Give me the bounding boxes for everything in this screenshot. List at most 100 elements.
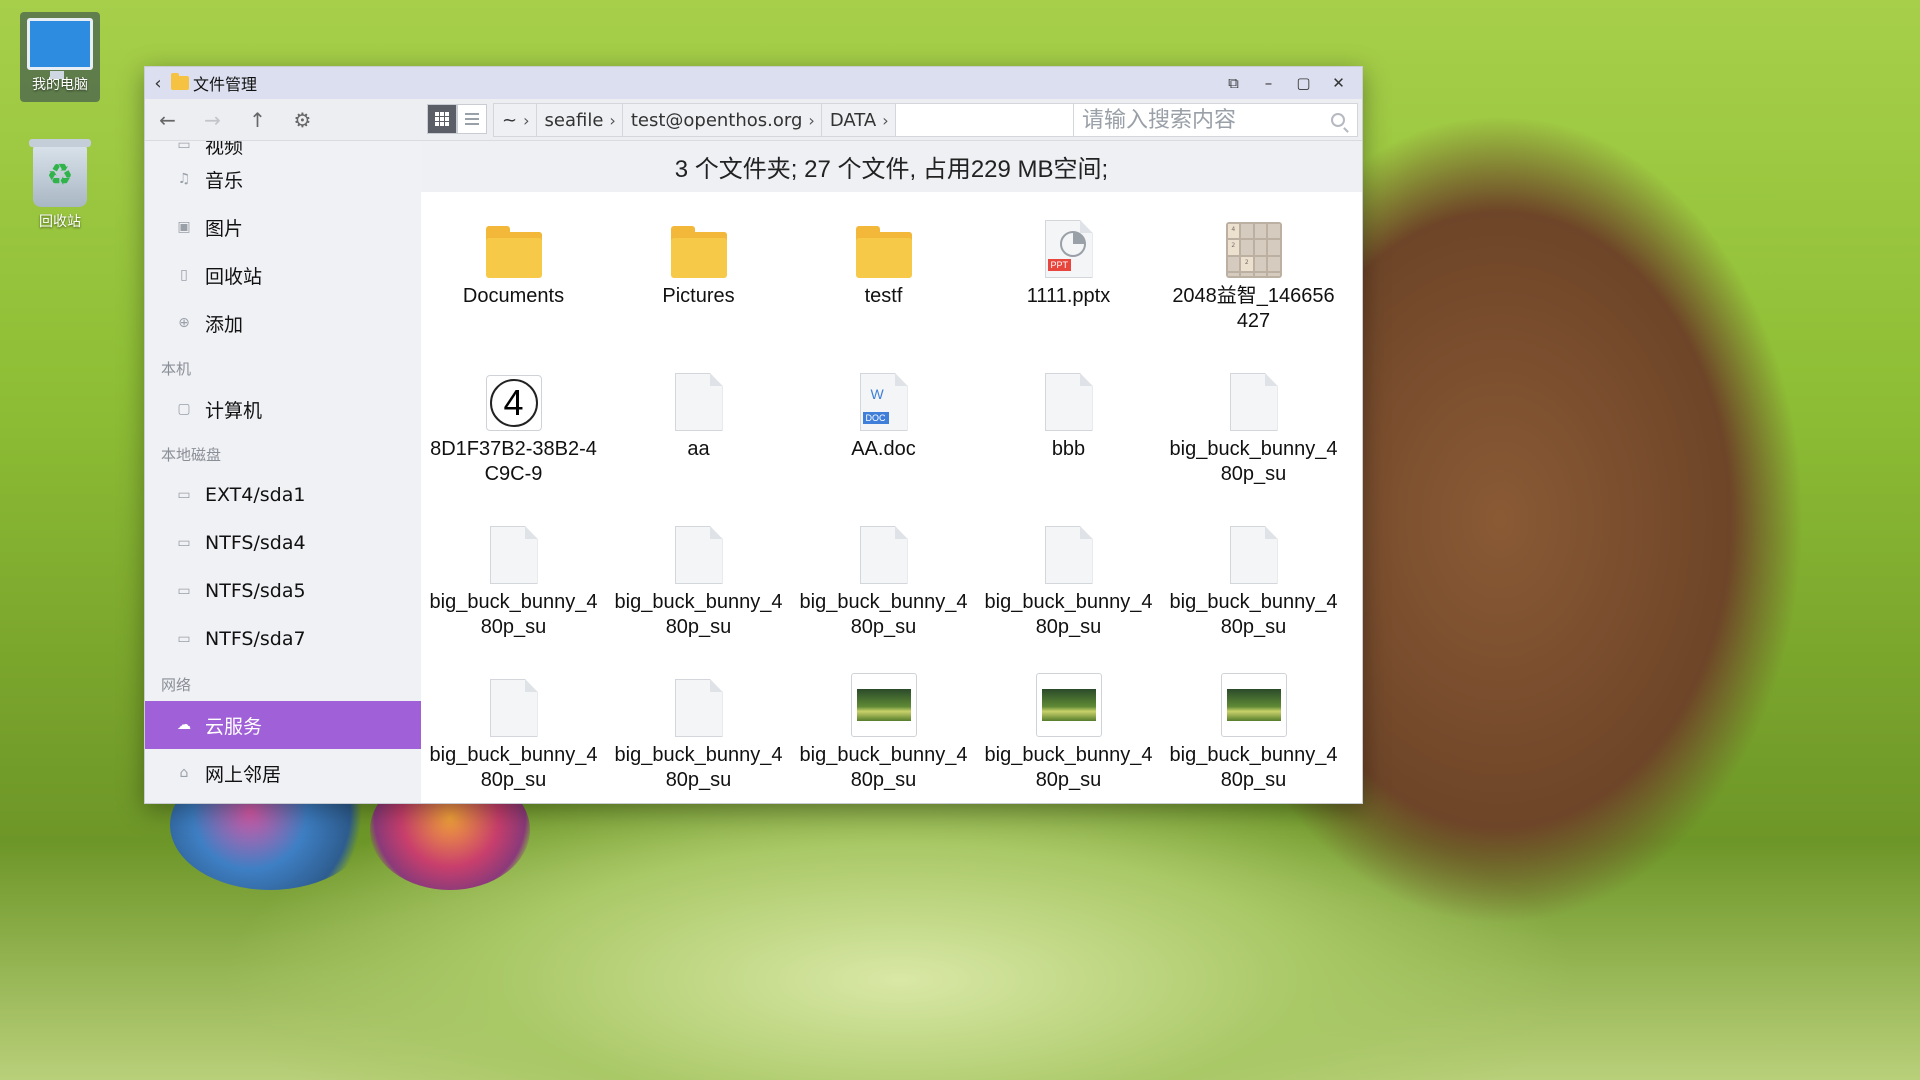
grid-view-button[interactable] (427, 104, 457, 134)
disk-icon: ▭ (177, 535, 191, 551)
desktop-icon-label: 回收站 (39, 214, 81, 230)
file-item[interactable]: big_buck_bunny_480p_su (1161, 673, 1346, 803)
maximize-button[interactable]: ▢ (1286, 74, 1321, 92)
sidebar: ▭ 视频 ♫ 音乐 ▣ 图片 ▯ 回收站 ⊕ 添加 本机 ▢ 计算机 本地磁盘 ▭ EXT4/… (145, 141, 421, 803)
folder-icon (171, 73, 189, 90)
recycle-bin-icon: ♻ (29, 139, 91, 207)
forward-button[interactable]: → (190, 108, 235, 132)
file-item[interactable]: big_buck_bunny_480p_su (976, 673, 1161, 803)
network-icon: ⌂ (179, 765, 189, 781)
breadcrumb-item-seafile[interactable]: seafile › (536, 104, 623, 136)
file-item[interactable]: PPT 1111.pptx (976, 214, 1161, 367)
doc-file-icon: W DOC (859, 373, 908, 431)
desktop-icon-my-computer[interactable]: 我的电脑 (20, 12, 100, 102)
sidebar-item-disk[interactable]: ▭ NTFS/sda7 (145, 615, 421, 663)
sidebar-item-computer[interactable]: ▢ 计算机 (145, 385, 421, 433)
file-item[interactable]: Pictures (606, 214, 791, 367)
file-item[interactable]: bbb (976, 367, 1161, 520)
file-name: big_buck_bunny_480p_su (429, 591, 598, 638)
settings-button[interactable]: ⚙ (280, 108, 325, 132)
file-item[interactable]: big_buck_bunny_480p_su (421, 520, 606, 673)
file-item[interactable]: big_buck_bunny_480p_su (606, 673, 791, 803)
breadcrumb-item-data[interactable]: DATA › (821, 104, 896, 136)
image-thumbnail-icon (850, 673, 917, 737)
file-item[interactable]: big_buck_bunny_480p_su (791, 673, 976, 803)
toolbar: ← → ↑ ⚙ ~ › seafile › test@openthos.org › D… (145, 99, 1362, 141)
sidebar-item-network-neighborhood[interactable]: ⌂ 网上邻居 (145, 749, 421, 797)
file-name: big_buck_bunny_480p_su (1169, 591, 1338, 638)
add-icon: ⊕ (178, 315, 190, 331)
generic-file-icon (674, 373, 723, 431)
desktop-icon-recycle-bin[interactable]: ♻ 回收站 (20, 139, 100, 231)
file-item[interactable]: big_buck_bunny_480p_su (606, 520, 791, 673)
sidebar-item-disk[interactable]: ▭ EXT4/sda1 (145, 471, 421, 519)
file-item[interactable]: big_buck_bunny_480p_su (1161, 367, 1346, 520)
file-name: big_buck_bunny_480p_su (984, 591, 1153, 638)
disk-icon: ▭ (177, 631, 191, 647)
back-button[interactable]: ← (145, 108, 190, 132)
file-name: Pictures (662, 285, 735, 307)
file-item[interactable]: big_buck_bunny_480p_su (791, 520, 976, 673)
sidebar-item-music[interactable]: ♫ 音乐 (145, 155, 421, 203)
sidebar-section-network: 网络 (161, 676, 192, 694)
generic-file-icon (674, 526, 723, 584)
file-grid: Documents Pictures testf PPT 1111.pptx 4 2 2 204… (421, 192, 1362, 803)
file-item[interactable]: Documents (421, 214, 606, 367)
file-view: 3 个文件夹; 27 个文件, 占用229 MB空间; Documents Pic… (421, 141, 1362, 803)
image-thumbnail-icon (1035, 673, 1102, 737)
generic-file-icon (489, 679, 538, 737)
file-item[interactable]: big_buck_bunny_480p_su (421, 673, 606, 803)
chevron-left-icon[interactable]: ‹ (145, 73, 171, 94)
file-item[interactable]: 4 2 2 2048益智_146656427 (1161, 214, 1346, 367)
disk-icon: ▭ (177, 583, 191, 599)
file-name: 2048益智_146656427 (1172, 285, 1335, 332)
search-icon[interactable] (1331, 113, 1345, 127)
file-name: big_buck_bunny_480p_su (799, 591, 968, 638)
breadcrumb-item-home[interactable]: ~ › (494, 104, 537, 136)
music-icon: ♫ (177, 171, 191, 187)
file-item[interactable]: W DOC AA.doc (791, 367, 976, 520)
file-item[interactable]: big_buck_bunny_480p_su (1161, 520, 1346, 673)
sidebar-section-disks: 本地磁盘 (161, 446, 222, 464)
file-name: big_buck_bunny_480p_su (984, 744, 1153, 791)
generic-file-icon (859, 526, 908, 584)
close-button[interactable]: ✕ (1321, 74, 1356, 92)
sidebar-item-disk[interactable]: ▭ NTFS/sda4 (145, 519, 421, 567)
sidebar-item-pictures[interactable]: ▣ 图片 (145, 203, 421, 251)
file-name: 8D1F37B2-38B2-4C9C-9 (430, 438, 597, 485)
monitor-icon (27, 18, 93, 79)
image-thumbnail-icon (1220, 673, 1287, 737)
file-item[interactable]: aa (606, 367, 791, 520)
sidebar-item-add[interactable]: ⊕ 添加 (145, 299, 421, 347)
grid-view-icon (435, 112, 449, 126)
up-button[interactable]: ↑ (235, 108, 280, 132)
sidebar-item-cloud-service[interactable]: ☁ 云服务 (145, 701, 421, 749)
game-2048-icon: 422 (1225, 222, 1282, 278)
sidebar-item-trash[interactable]: ▯ 回收站 (145, 251, 421, 299)
search-box (1073, 103, 1358, 137)
file-name: Documents (462, 285, 565, 307)
file-name: 1111.pptx (1026, 285, 1111, 307)
breadcrumb-item-account[interactable]: test@openthos.org › (622, 104, 822, 136)
file-name: big_buck_bunny_480p_su (1169, 438, 1338, 485)
file-name: aa (687, 438, 710, 460)
file-name: testf (864, 285, 903, 307)
sidebar-item-videos[interactable]: ▭ 视频 (145, 141, 421, 158)
trash-icon: ▯ (180, 267, 188, 283)
search-input[interactable] (1074, 107, 1320, 133)
app-icon: 4 (485, 375, 542, 431)
list-view-button[interactable] (457, 104, 487, 134)
sidebar-item-disk[interactable]: ▭ NTFS/sda5 (145, 567, 421, 615)
file-name: big_buck_bunny_480p_su (429, 744, 598, 791)
minimize-button[interactable]: – (1251, 74, 1286, 92)
sidebar-section-local: 本机 (161, 360, 192, 378)
file-item[interactable]: testf (791, 214, 976, 367)
file-item[interactable]: big_buck_bunny_480p_su (976, 520, 1161, 673)
folder-icon (670, 226, 727, 278)
file-name: AA.doc (851, 438, 916, 460)
file-item[interactable]: 4 8D1F37B2-38B2-4C9C-9 (421, 367, 606, 520)
folder-summary: 3 个文件夹; 27 个文件, 占用229 MB空间; (421, 141, 1362, 192)
pin-window-button[interactable]: ⧉ (1216, 74, 1251, 92)
file-name: bbb (1051, 438, 1086, 460)
file-manager-window: ‹ 文件管理 ⧉ – ▢ ✕ ← → ↑ ⚙ ~ › seafile › test@… (144, 66, 1363, 804)
